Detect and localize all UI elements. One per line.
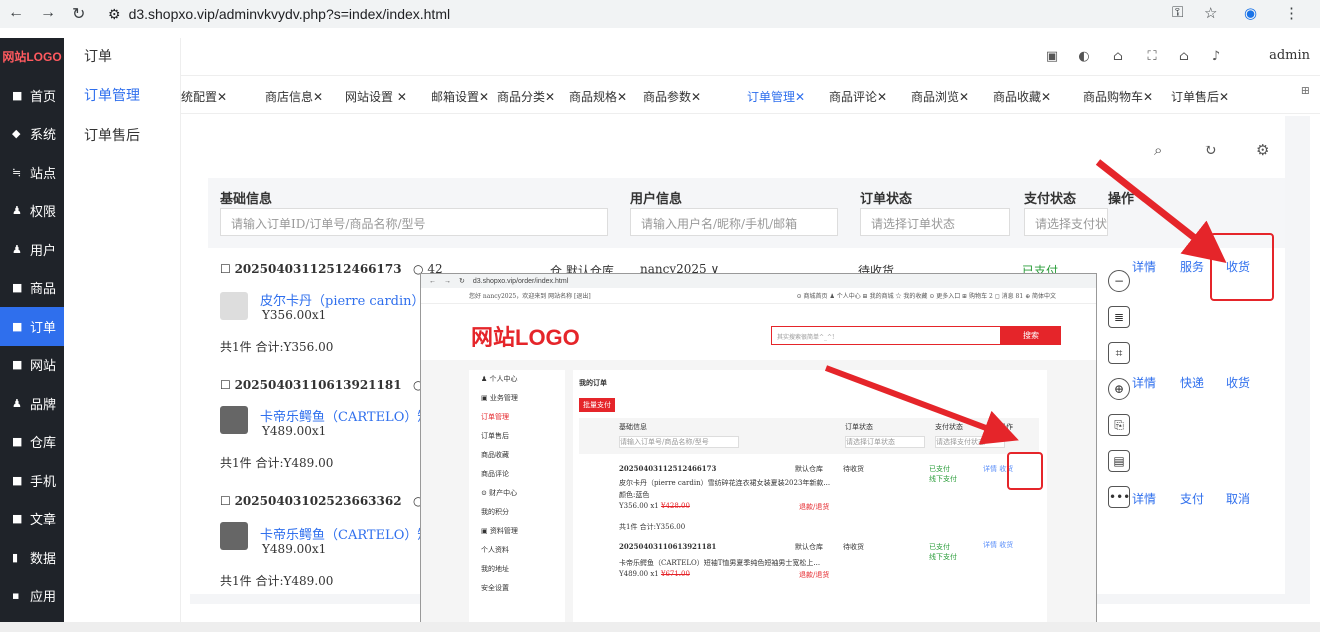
footer-strip (0, 622, 1320, 632)
annotation-arrows (824, 159, 1227, 445)
arrow-embedded (824, 365, 1019, 445)
arrow-main (1095, 159, 1227, 263)
